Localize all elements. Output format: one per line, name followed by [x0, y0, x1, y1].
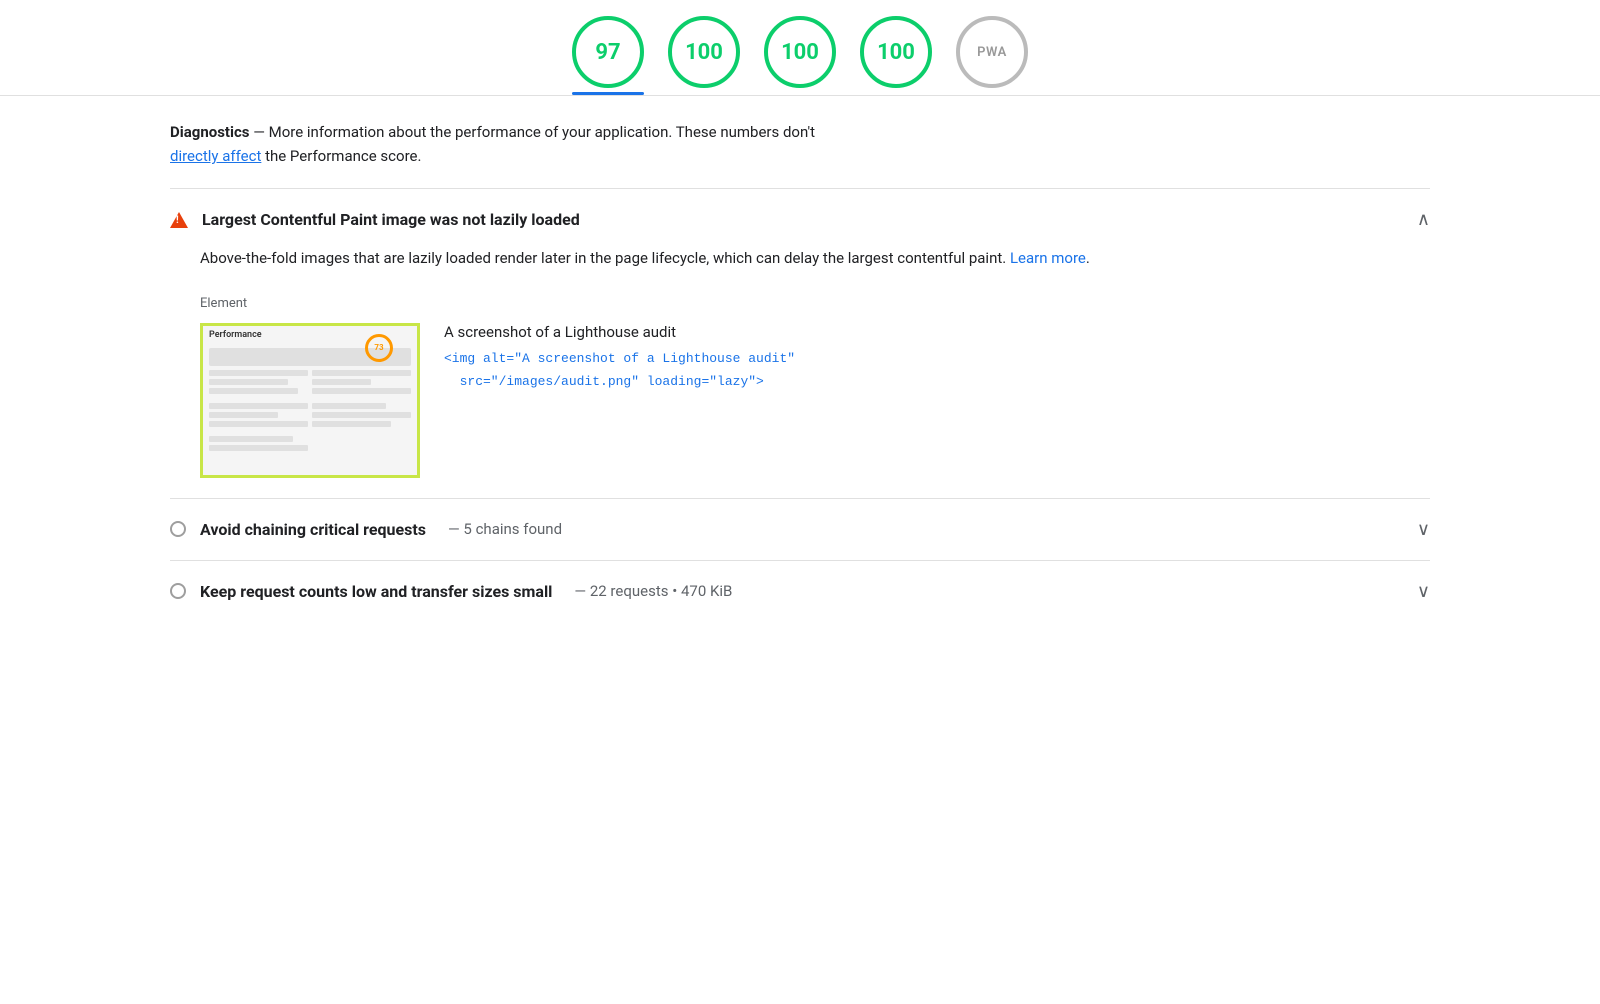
audit-lcp-chevron[interactable]: ∧: [1417, 209, 1430, 230]
fake-row: [209, 379, 288, 385]
audit-request-title: Keep request counts low and transfer siz…: [200, 582, 552, 601]
neutral-icon-2: [170, 583, 186, 599]
fake-score-circle: 73: [365, 334, 393, 362]
audit-request-left: Keep request counts low and transfer siz…: [170, 582, 732, 601]
fake-row: [312, 403, 386, 409]
audit-critical-header[interactable]: Avoid chaining critical requests — 5 cha…: [170, 519, 1430, 540]
audit-request-counts: Keep request counts low and transfer siz…: [170, 560, 1430, 622]
fake-row: [209, 421, 308, 427]
score-best-practices[interactable]: 100: [764, 16, 836, 88]
fake-row: [209, 370, 308, 376]
audit-lcp-desc-post: .: [1086, 249, 1090, 267]
audit-request-header[interactable]: Keep request counts low and transfer siz…: [170, 581, 1430, 602]
fake-row: [209, 388, 298, 394]
audit-lcp-header-left: Largest Contentful Paint image was not l…: [170, 210, 580, 229]
fake-row: [312, 421, 391, 427]
main-content: Diagnostics — More information about the…: [110, 96, 1490, 622]
audit-lcp-header[interactable]: Largest Contentful Paint image was not l…: [170, 209, 1430, 230]
fake-col-2: [312, 370, 411, 451]
score-pwa[interactable]: PWA: [956, 16, 1028, 88]
tab-indicator-performance: [572, 92, 644, 95]
audit-critical-requests: Avoid chaining critical requests — 5 cha…: [170, 498, 1430, 560]
audit-lcp-description: Above-the-fold images that are lazily lo…: [200, 246, 1430, 272]
element-info: A screenshot of a Lighthouse audit <img …: [444, 323, 1430, 394]
score-value-accessibility: 100: [685, 40, 723, 65]
scores-bar: 97 100 100 100 PWA: [0, 0, 1600, 88]
fake-row: [209, 436, 293, 442]
diagnostics-link[interactable]: directly affect: [170, 147, 261, 165]
neutral-icon: [170, 521, 186, 537]
diagnostics-label: Diagnostics: [170, 123, 249, 141]
diagnostics-description: Diagnostics — More information about the…: [170, 120, 1430, 168]
audit-lcp-title: Largest Contentful Paint image was not l…: [202, 210, 580, 229]
score-value-best-practices: 100: [781, 40, 819, 65]
score-performance[interactable]: 97: [572, 16, 644, 88]
fake-row: [209, 403, 308, 409]
element-code: <img alt="A screenshot of a Lighthouse a…: [444, 347, 1430, 394]
score-seo[interactable]: 100: [860, 16, 932, 88]
audit-lcp-lazy-loaded: Largest Contentful Paint image was not l…: [170, 188, 1430, 498]
element-label: Element: [200, 296, 1430, 311]
fake-row: [312, 370, 411, 376]
fake-row: [312, 388, 411, 394]
audit-critical-subtitle: — 5 chains found: [448, 520, 562, 538]
audit-critical-title: Avoid chaining critical requests: [200, 520, 426, 539]
fake-row: [312, 412, 411, 418]
element-row: 73 Performance: [200, 323, 1430, 478]
audit-lcp-desc-pre: Above-the-fold images that are lazily lo…: [200, 249, 1010, 267]
diagnostics-text: — More information about the performance…: [253, 123, 815, 141]
score-value-performance: 97: [595, 40, 620, 65]
tab-indicator-accessibility: [668, 92, 740, 95]
fake-screenshot: 73 Performance: [203, 326, 417, 475]
tab-indicator-seo: [860, 92, 932, 95]
fake-col-1: [209, 370, 308, 451]
audit-request-chevron[interactable]: ∨: [1417, 581, 1430, 602]
fake-row: [209, 412, 278, 418]
audit-lcp-body: Above-the-fold images that are lazily lo…: [170, 230, 1430, 478]
score-value-seo: 100: [877, 40, 915, 65]
audit-request-subtitle: — 22 requests • 470 KiB: [574, 582, 732, 600]
warning-icon: [170, 212, 188, 228]
tab-indicator-best-practices: [764, 92, 836, 95]
tab-indicator-pwa: [956, 92, 1028, 95]
audit-critical-chevron[interactable]: ∨: [1417, 519, 1430, 540]
learn-more-link[interactable]: Learn more: [1010, 249, 1086, 267]
audit-critical-left: Avoid chaining critical requests — 5 cha…: [170, 520, 562, 539]
element-thumbnail: 73 Performance: [200, 323, 420, 478]
fake-row: [209, 445, 308, 451]
fake-row: [312, 379, 371, 385]
element-title: A screenshot of a Lighthouse audit: [444, 323, 1430, 341]
score-value-pwa: PWA: [977, 45, 1007, 60]
diagnostics-link-suffix: the Performance score.: [261, 147, 421, 165]
fake-body: [203, 370, 417, 451]
diagnostics-section: Diagnostics — More information about the…: [170, 96, 1430, 188]
score-accessibility[interactable]: 100: [668, 16, 740, 88]
